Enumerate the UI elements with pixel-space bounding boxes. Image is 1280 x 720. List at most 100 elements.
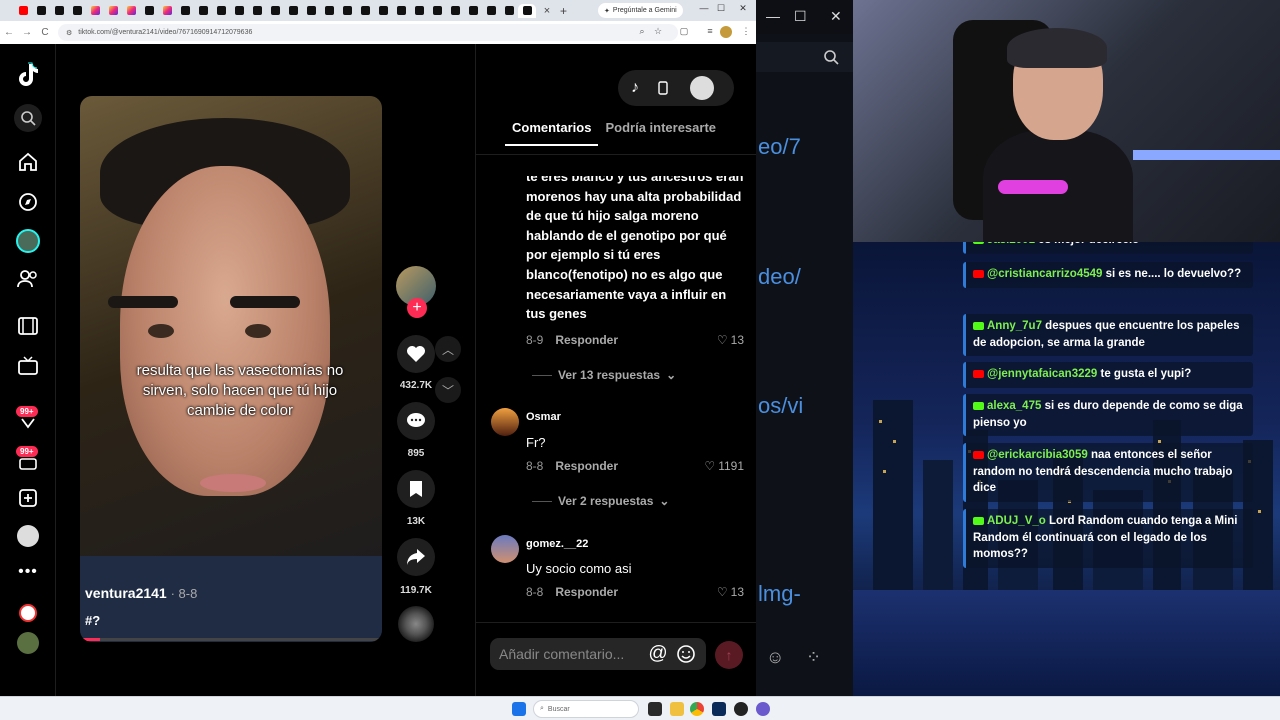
app-avatar-2[interactable] [14, 629, 42, 657]
browser-tab[interactable] [284, 4, 302, 18]
browser-tab[interactable] [320, 4, 338, 18]
tab-recommended[interactable]: Podría interesarte [598, 120, 723, 146]
browser-tab[interactable] [86, 4, 104, 18]
browser-tab[interactable] [518, 3, 536, 18]
home-icon[interactable] [14, 148, 42, 176]
photoshop-icon[interactable] [712, 702, 726, 716]
user-avatar[interactable] [690, 76, 714, 100]
tv-icon[interactable] [14, 352, 42, 380]
extensions-icon[interactable]: ▢ [678, 26, 690, 38]
tab-comments[interactable]: Comentarios [505, 120, 599, 146]
zoom-icon[interactable]: ⌕ [636, 26, 648, 38]
gemini-button[interactable]: ✦ Pregúntale a Gemini [598, 3, 683, 18]
video-author[interactable]: ventura2141 · 8-8 [85, 585, 197, 601]
site-info-icon[interactable]: ⚙ [66, 29, 72, 37]
obs-icon[interactable] [734, 702, 748, 716]
browser-tab[interactable] [176, 4, 194, 18]
upload-icon[interactable] [14, 484, 42, 512]
back-button[interactable]: ← [0, 27, 18, 38]
browser-tab[interactable] [428, 4, 446, 18]
music-disc[interactable] [398, 606, 434, 642]
browser-tab[interactable] [446, 4, 464, 18]
app-icon[interactable] [756, 702, 770, 716]
video-progress-bar[interactable] [80, 638, 382, 641]
maximize-button[interactable]: ☐ [714, 3, 728, 14]
author-name[interactable]: ventura2141 [85, 585, 167, 601]
browser-tab[interactable] [482, 4, 500, 18]
browser-tab[interactable] [194, 4, 212, 18]
tiktok-logo-icon[interactable] [14, 60, 42, 88]
task-view-icon[interactable] [648, 702, 662, 716]
search-icon[interactable] [756, 42, 853, 72]
apps-icon[interactable]: ⁘ [806, 647, 821, 668]
video-player[interactable]: resulta que las vasectomías no sirven, s… [80, 96, 382, 642]
sidebar-icon[interactable]: ≡ [704, 26, 716, 38]
save-button[interactable] [397, 470, 435, 508]
reply-button[interactable]: Responder [555, 333, 618, 347]
browser-tab[interactable] [212, 4, 230, 18]
browser-tab[interactable] [392, 4, 410, 18]
video-hashtag[interactable]: #? [85, 613, 100, 628]
browser-tab[interactable] [500, 4, 518, 18]
browser-tab[interactable] [356, 4, 374, 18]
minimize-button[interactable]: — [697, 3, 711, 13]
browser-tab[interactable] [158, 4, 176, 18]
browser-tab[interactable] [374, 4, 392, 18]
browser-tab[interactable] [338, 4, 356, 18]
more-icon[interactable]: ••• [14, 558, 42, 586]
comment-like-button[interactable]: ♡ 13 [717, 333, 744, 347]
taskbar-search[interactable]: ⌕ Buscar [533, 700, 639, 718]
commenter-name[interactable]: Osmar [526, 411, 561, 423]
maximize-button[interactable]: ☐ [794, 8, 807, 25]
forward-button[interactable]: → [18, 27, 36, 38]
activity-icon[interactable] [14, 412, 42, 434]
friends-icon[interactable] [14, 265, 42, 293]
comment-button[interactable] [397, 402, 435, 440]
chrome-icon[interactable] [690, 702, 704, 716]
file-explorer-icon[interactable] [670, 702, 684, 716]
profile-avatar[interactable] [720, 26, 732, 38]
mention-icon[interactable]: @ [648, 643, 668, 664]
comment-like-button[interactable]: ♡ 1191 [704, 459, 744, 473]
chevron-down-icon[interactable]: ﹀ [435, 377, 461, 403]
emoji-icon[interactable]: ☺ [766, 647, 784, 668]
browser-tab[interactable] [14, 4, 32, 18]
tiktok-mode-icon[interactable]: ♪ [626, 79, 644, 97]
app-avatar-1[interactable] [14, 599, 42, 627]
view-replies-button[interactable]: Ver 13 respuestas ⌄ [532, 368, 676, 382]
send-button[interactable]: ↑ [715, 641, 743, 669]
browser-tab[interactable] [104, 4, 122, 18]
menu-icon[interactable]: ⋮ [740, 26, 752, 38]
comment-like-button[interactable]: ♡ 13 [717, 585, 744, 599]
chevron-up-icon[interactable]: ︿ [435, 336, 461, 362]
following-avatar[interactable] [14, 227, 42, 255]
browser-tab[interactable] [464, 4, 482, 18]
address-bar[interactable]: ⚙ tiktok.com/@ventura2141/video/76716909… [58, 24, 678, 41]
commenter-avatar[interactable] [491, 408, 519, 436]
windows-start-icon[interactable] [512, 702, 526, 716]
emoji-icon[interactable] [676, 644, 696, 664]
phone-icon[interactable] [654, 79, 672, 97]
like-button[interactable] [397, 335, 435, 373]
browser-tab[interactable] [302, 4, 320, 18]
browser-tab[interactable] [68, 4, 86, 18]
profile-icon[interactable] [14, 522, 42, 550]
explore-icon[interactable] [14, 188, 42, 216]
commenter-avatar[interactable] [491, 535, 519, 563]
browser-tab[interactable] [230, 4, 248, 18]
browser-tab[interactable] [122, 4, 140, 18]
close-window-button[interactable]: ✕ [736, 3, 750, 14]
new-tab-button[interactable]: + [560, 4, 574, 18]
follow-button[interactable]: + [407, 298, 427, 318]
view-replies-button[interactable]: Ver 2 respuestas ⌄ [532, 494, 669, 508]
reply-button[interactable]: Responder [555, 585, 618, 599]
search-icon[interactable] [14, 104, 42, 132]
reply-button[interactable]: Responder [555, 459, 618, 473]
browser-tab[interactable] [50, 4, 68, 18]
messages-icon[interactable] [14, 454, 42, 476]
browser-tab[interactable] [410, 4, 428, 18]
close-tab-button[interactable]: × [540, 4, 554, 18]
browser-tab[interactable] [32, 4, 50, 18]
minimize-button[interactable]: — [766, 8, 780, 24]
close-window-button[interactable]: ✕ [830, 8, 842, 25]
